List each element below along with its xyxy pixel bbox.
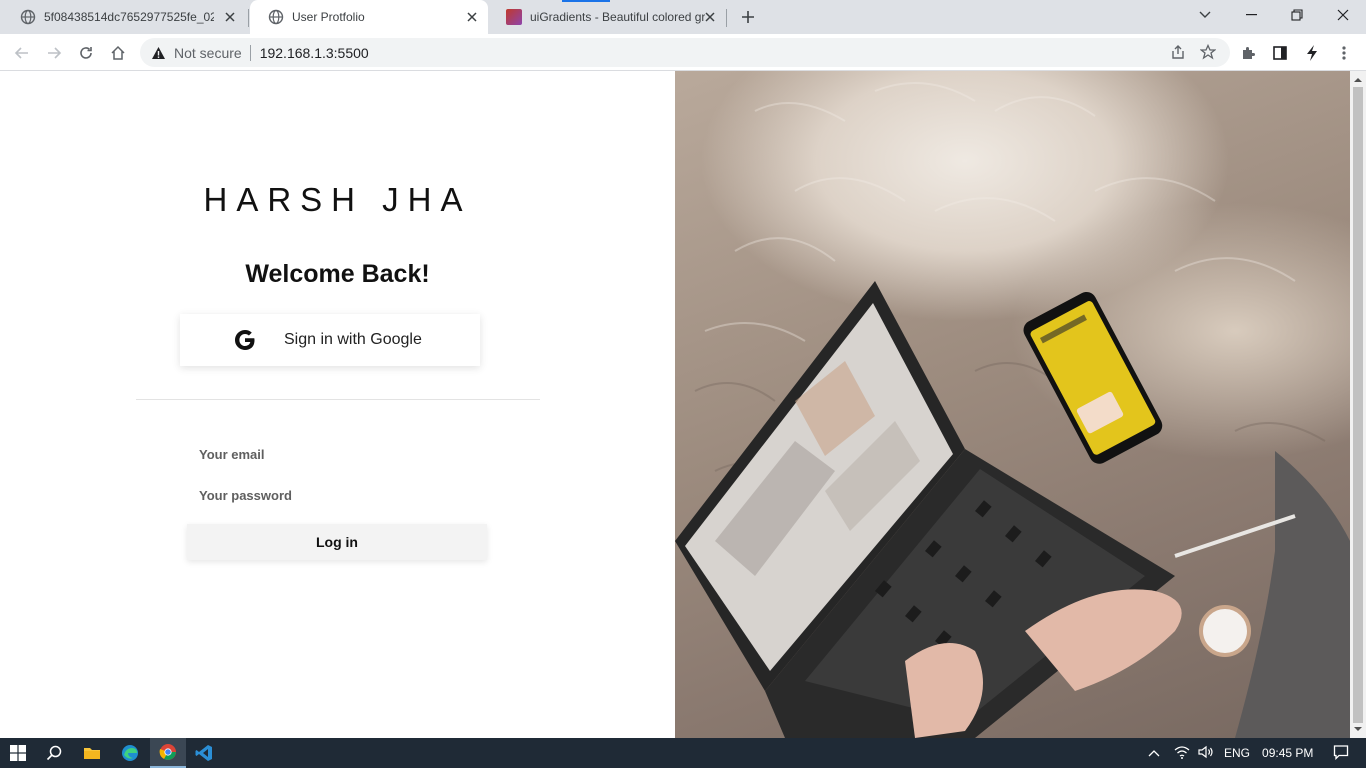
notification-icon[interactable] xyxy=(1333,744,1349,763)
login-panel: HARSH JHA Welcome Back! Sign in with Goo… xyxy=(0,71,675,738)
clock[interactable]: 09:45 PM xyxy=(1262,746,1313,760)
brand-name: HARSH JHA xyxy=(203,181,472,218)
language-indicator[interactable]: ENG xyxy=(1224,746,1250,760)
vscode-button[interactable] xyxy=(186,738,222,768)
tab-strip: 5f08438514dc7652977525fe_0256 User Protf… xyxy=(0,0,1366,34)
email-field[interactable] xyxy=(187,437,487,471)
tab-image[interactable]: 5f08438514dc7652977525fe_0256 xyxy=(2,0,246,34)
back-arrow-icon xyxy=(14,47,28,59)
edge-button[interactable] xyxy=(112,738,148,768)
forward-arrow-icon xyxy=(48,47,62,59)
page-scrollbar[interactable] xyxy=(1350,71,1366,738)
reload-button[interactable] xyxy=(72,39,100,67)
extensions-button[interactable] xyxy=(1234,39,1262,67)
minimize-icon xyxy=(1245,14,1257,16)
warning-icon[interactable] xyxy=(150,45,166,61)
extension-bolt-button[interactable] xyxy=(1298,39,1326,67)
back-button[interactable] xyxy=(8,39,36,67)
reload-icon xyxy=(80,47,92,59)
laptop-photo-illustration xyxy=(675,82,1350,738)
google-signin-button[interactable]: Sign in with Google xyxy=(180,314,480,366)
address-bar[interactable]: Not secure 192.168.1.3:5500 xyxy=(140,38,1230,67)
share-icon[interactable] xyxy=(1170,44,1186,65)
hero-photo xyxy=(675,71,1350,738)
puzzle-icon xyxy=(1243,47,1255,59)
tab-uigradients[interactable]: uiGradients - Beautiful colored gradient… xyxy=(488,0,726,34)
close-icon[interactable] xyxy=(222,9,238,25)
chevron-up-icon[interactable] xyxy=(1148,746,1164,760)
scroll-up-icon xyxy=(1354,78,1362,82)
file-explorer-button[interactable] xyxy=(74,738,110,768)
windows-logo-icon xyxy=(10,745,26,761)
close-window-button[interactable] xyxy=(1320,0,1366,30)
uigradients-icon xyxy=(506,9,522,25)
start-button[interactable] xyxy=(0,738,36,768)
windows-taskbar: ENG 09:45 PM xyxy=(0,738,1366,768)
lightning-icon xyxy=(1307,45,1317,61)
close-icon[interactable] xyxy=(464,9,480,25)
search-button[interactable] xyxy=(36,738,72,768)
bookmark-star-icon[interactable] xyxy=(1199,43,1217,65)
chrome-icon xyxy=(159,744,176,760)
more-vert-icon xyxy=(1342,46,1346,60)
side-panel-icon xyxy=(1273,46,1287,60)
close-icon[interactable] xyxy=(702,9,718,25)
edge-icon xyxy=(122,745,138,761)
home-icon xyxy=(111,45,125,60)
volume-icon[interactable] xyxy=(1198,745,1214,762)
security-status[interactable]: Not secure xyxy=(174,45,242,61)
new-tab-button[interactable] xyxy=(735,4,761,30)
page-content: HARSH JHA Welcome Back! Sign in with Goo… xyxy=(0,71,1350,738)
close-icon xyxy=(1337,9,1349,21)
restore-icon xyxy=(1291,9,1303,21)
plus-icon xyxy=(742,11,754,23)
side-panel-button[interactable] xyxy=(1266,39,1294,67)
restore-button[interactable] xyxy=(1274,0,1320,30)
menu-button[interactable] xyxy=(1330,39,1358,67)
divider xyxy=(136,399,540,400)
wifi-icon[interactable] xyxy=(1174,745,1190,762)
tab-search-button[interactable] xyxy=(1182,0,1228,30)
system-tray: ENG 09:45 PM xyxy=(1148,738,1349,768)
tab-title: User Protfolio xyxy=(292,10,365,24)
minimize-button[interactable] xyxy=(1228,0,1274,30)
scroll-down-icon xyxy=(1354,727,1362,731)
browser-toolbar: Not secure 192.168.1.3:5500 xyxy=(0,34,1366,71)
globe-icon xyxy=(20,9,36,25)
vscode-icon xyxy=(195,745,212,761)
google-icon xyxy=(235,330,255,350)
tab-title: 5f08438514dc7652977525fe_0256 xyxy=(44,10,214,24)
home-button[interactable] xyxy=(104,39,132,67)
tab-separator xyxy=(726,9,727,27)
omnibox-divider xyxy=(249,44,251,61)
tab-title: uiGradients - Beautiful colored gradient… xyxy=(530,10,705,24)
tab-user-portfolio[interactable]: User Protfolio xyxy=(250,0,488,34)
scrollbar-thumb[interactable] xyxy=(1353,87,1363,723)
welcome-heading: Welcome Back! xyxy=(245,260,430,288)
login-button[interactable]: Log in xyxy=(187,524,487,560)
chrome-button[interactable] xyxy=(150,738,186,768)
folder-icon xyxy=(84,748,100,759)
url-text[interactable]: 192.168.1.3:5500 xyxy=(260,45,369,61)
tab-separator xyxy=(248,9,249,27)
password-field[interactable] xyxy=(187,478,487,512)
globe-icon xyxy=(268,9,284,25)
chevron-down-icon xyxy=(1199,11,1211,18)
forward-button[interactable] xyxy=(40,39,68,67)
google-signin-label: Sign in with Google xyxy=(284,331,422,348)
search-icon xyxy=(46,745,62,761)
